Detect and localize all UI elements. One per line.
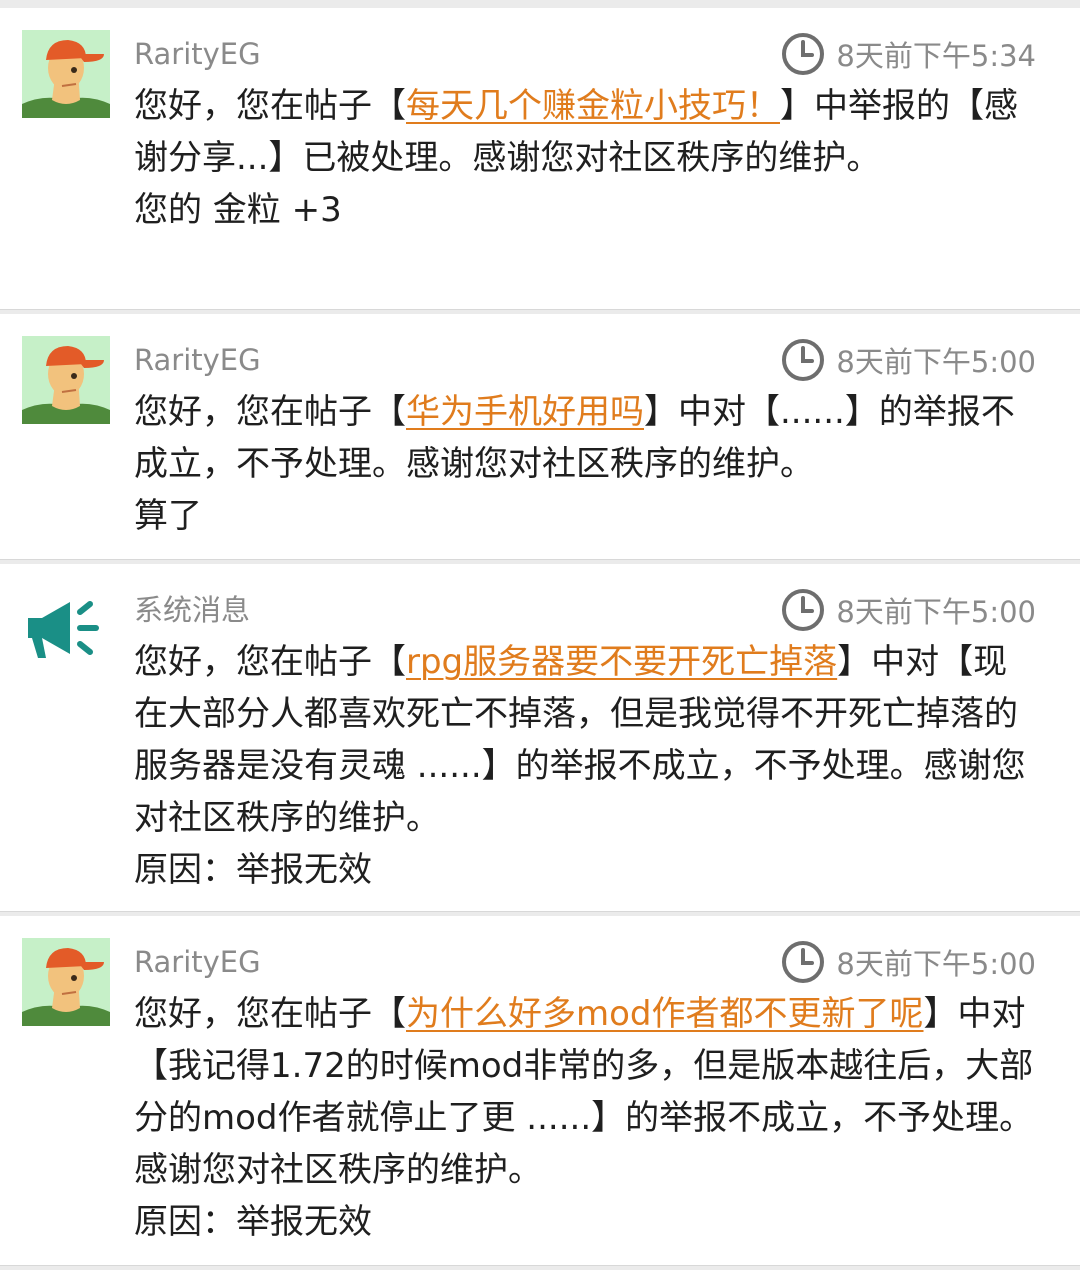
message-text: 您的 金粒 +3 <box>134 190 342 230</box>
message-body: 您好，您在帖子【华为手机好用吗】中对【......】的举报不成立，不予处理。感谢… <box>134 386 1034 542</box>
sender-name[interactable]: RarityEG <box>134 340 261 380</box>
timestamp: 8天前下午5:00 <box>780 336 1036 384</box>
timestamp-label: 8天前下午5:00 <box>836 595 1036 629</box>
post-title-link[interactable]: 华为手机好用吗 <box>406 392 644 432</box>
message-body: 您好，您在帖子【为什么好多mod作者都不更新了呢】中对【我记得1.72的时候mo… <box>134 988 1034 1248</box>
clock-icon <box>782 941 825 983</box>
user-avatar-icon[interactable] <box>22 30 110 118</box>
message-paragraph: 原因：举报无效 <box>134 1196 1034 1248</box>
message-paragraph: 您好，您在帖子【华为手机好用吗】中对【......】的举报不成立，不予处理。感谢… <box>134 386 1034 490</box>
message-body: 您好，您在帖子【每天几个赚金粒小技巧！】中举报的【感谢分享...】已被处理。感谢… <box>134 80 1034 236</box>
message-paragraph: 您好，您在帖子【每天几个赚金粒小技巧！】中举报的【感谢分享...】已被处理。感谢… <box>134 80 1034 184</box>
clock-icon <box>782 339 825 381</box>
message-text: 您好，您在帖子【 <box>134 86 406 126</box>
post-title-link[interactable]: 每天几个赚金粒小技巧！ <box>406 86 780 126</box>
message-paragraph: 您好，您在帖子【为什么好多mod作者都不更新了呢】中对【我记得1.72的时候mo… <box>134 988 1034 1196</box>
post-title-link[interactable]: rpg服务器要不要开死亡掉落 <box>406 642 837 682</box>
timestamp: 8天前下午5:00 <box>780 938 1036 986</box>
timestamp: 8天前下午5:00 <box>780 586 1036 634</box>
post-title-link[interactable]: 为什么好多mod作者都不更新了呢 <box>406 994 924 1034</box>
message-paragraph: 您好，您在帖子【rpg服务器要不要开死亡掉落】中对【现在大部分人都喜欢死亡不掉落… <box>134 636 1034 844</box>
notification-feed: RarityEG 8天前下午5:34 您好，您在帖子【每天几个赚金粒小技巧！】中… <box>0 0 1080 1270</box>
sender-name[interactable]: RarityEG <box>134 942 261 982</box>
timestamp-label: 8天前下午5:00 <box>836 947 1036 981</box>
timestamp-label: 8天前下午5:34 <box>836 39 1036 73</box>
megaphone-icon <box>22 594 110 666</box>
notification-card[interactable]: RarityEG 8天前下午5:00 您好，您在帖子【华为手机好用吗】中对【..… <box>0 314 1080 560</box>
message-paragraph: 您的 金粒 +3 <box>134 184 1034 236</box>
message-paragraph: 算了 <box>134 490 1034 542</box>
user-avatar-icon[interactable] <box>22 938 110 1026</box>
clock-icon <box>782 589 825 631</box>
notification-card[interactable]: RarityEG 8天前下午5:00 您好，您在帖子【为什么好多mod作者都不更… <box>0 916 1080 1266</box>
sender-name[interactable]: RarityEG <box>134 34 261 74</box>
message-text: 算了 <box>134 496 202 536</box>
message-paragraph: 原因：举报无效 <box>134 844 1034 896</box>
message-text: 您好，您在帖子【 <box>134 994 406 1034</box>
clock-icon <box>782 33 825 75</box>
message-text: 您好，您在帖子【 <box>134 642 406 682</box>
sender-name: 系统消息 <box>134 593 251 627</box>
notification-card[interactable]: 系统消息 8天前下午5:00 您好，您在帖子【rpg服务器要不要开死亡掉落】中对… <box>0 564 1080 912</box>
user-avatar-icon[interactable] <box>22 336 110 424</box>
timestamp: 8天前下午5:34 <box>780 30 1036 78</box>
message-text: 原因：举报无效 <box>134 1202 372 1242</box>
timestamp-label: 8天前下午5:00 <box>836 345 1036 379</box>
message-text: 您好，您在帖子【 <box>134 392 406 432</box>
message-body: 您好，您在帖子【rpg服务器要不要开死亡掉落】中对【现在大部分人都喜欢死亡不掉落… <box>134 636 1034 896</box>
message-text: 原因：举报无效 <box>134 850 372 890</box>
notification-card[interactable]: RarityEG 8天前下午5:34 您好，您在帖子【每天几个赚金粒小技巧！】中… <box>0 8 1080 310</box>
